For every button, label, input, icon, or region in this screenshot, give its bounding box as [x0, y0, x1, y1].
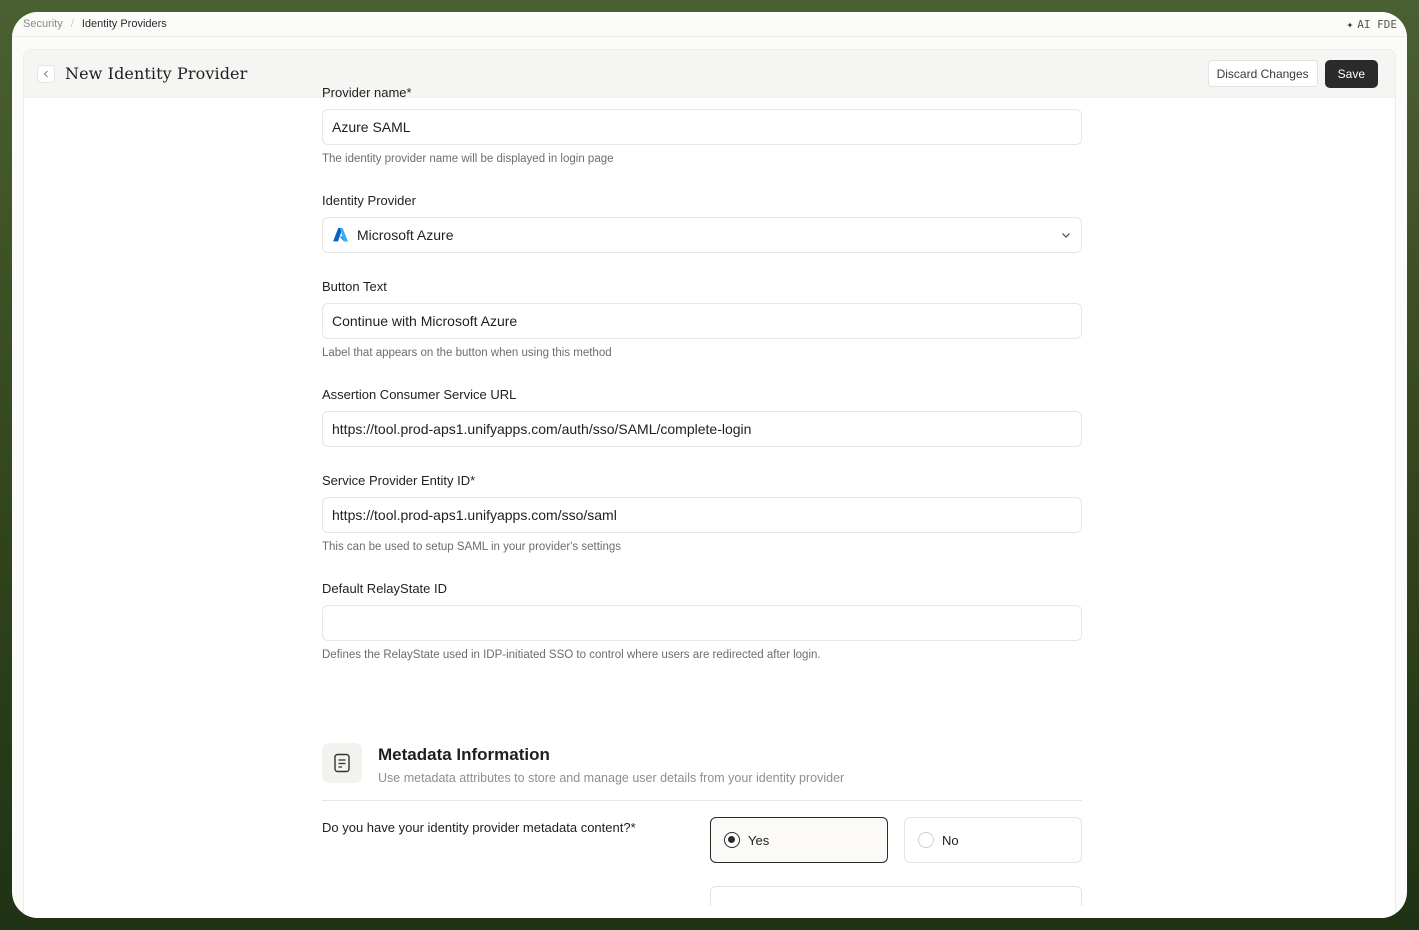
- provider-name-input[interactable]: Azure SAML: [322, 109, 1082, 145]
- chevron-left-icon: [43, 70, 48, 77]
- sp-entity-id-label: Service Provider Entity ID*: [322, 473, 476, 488]
- chevron-down-icon: [1062, 233, 1070, 238]
- breadcrumb-security[interactable]: Security: [23, 18, 63, 30]
- breadcrumb: Security / Identity Providers: [23, 18, 167, 30]
- page-title: New Identity Provider: [65, 64, 248, 83]
- microsoft-azure-logo-icon: [333, 228, 349, 242]
- relay-state-label: Default RelayState ID: [322, 581, 448, 596]
- relay-state-input[interactable]: [322, 605, 1082, 641]
- ai-fde-label: AI FDE: [1357, 17, 1397, 31]
- metadata-option-no[interactable]: No: [904, 817, 1082, 863]
- sp-entity-id-input[interactable]: https://tool.prod-aps1.unifyapps.com/sso…: [322, 497, 1082, 533]
- save-button[interactable]: Save: [1324, 59, 1378, 88]
- option-yes-label: Yes: [748, 832, 770, 848]
- ai-fde-button[interactable]: ✦ AI FDE: [1347, 18, 1397, 31]
- acs-url-group: Assertion Consumer Service URL https://t…: [322, 387, 1082, 447]
- top-bar: Security / Identity Providers ✦ AI FDE: [12, 12, 1407, 37]
- radio-selected-icon: [724, 832, 740, 848]
- identity-provider-value: Microsoft Azure: [357, 227, 454, 243]
- metadata-option-yes[interactable]: Yes: [710, 817, 888, 863]
- metadata-description: Use metadata attributes to store and man…: [378, 771, 845, 785]
- section-divider: [322, 800, 1082, 801]
- acs-url-input[interactable]: https://tool.prod-aps1.unifyapps.com/aut…: [322, 411, 1082, 447]
- option-no-label: No: [942, 832, 959, 848]
- sp-entity-id-group: Service Provider Entity ID* https://tool…: [322, 473, 1082, 553]
- relay-state-group: Default RelayState ID Defines the RelayS…: [322, 581, 1082, 661]
- relay-state-hint: Defines the RelayState used in IDP-initi…: [322, 649, 821, 661]
- identity-provider-group: Identity Provider Microsoft Azure: [322, 193, 1082, 253]
- identity-provider-label: Identity Provider: [322, 193, 416, 208]
- provider-name-hint: The identity provider name will be displ…: [322, 153, 614, 165]
- button-text-input[interactable]: Continue with Microsoft Azure: [322, 303, 1082, 339]
- breadcrumb-separator: /: [70, 18, 74, 30]
- acs-url-label: Assertion Consumer Service URL: [322, 387, 517, 402]
- sparkle-icon: ✦: [1346, 17, 1354, 31]
- sp-entity-id-hint: This can be used to setup SAML in your p…: [322, 541, 622, 553]
- document-icon: [322, 743, 362, 783]
- metadata-title: Metadata Information: [378, 745, 550, 764]
- button-text-hint: Label that appears on the button when us…: [322, 347, 612, 359]
- provider-name-group: Provider name* Azure SAML The identity p…: [322, 85, 1082, 165]
- button-text-group: Button Text Continue with Microsoft Azur…: [322, 279, 1082, 359]
- back-button[interactable]: [37, 64, 55, 83]
- identity-provider-select[interactable]: Microsoft Azure: [322, 217, 1082, 253]
- app-window: Security / Identity Providers ✦ AI FDE N…: [12, 12, 1407, 918]
- provider-name-label: Provider name*: [322, 85, 412, 100]
- metadata-content-field[interactable]: [710, 886, 1082, 906]
- breadcrumb-identity-providers[interactable]: Identity Providers: [82, 18, 167, 30]
- button-text-label: Button Text: [322, 279, 387, 294]
- metadata-question: Do you have your identity provider metad…: [322, 820, 636, 835]
- discard-changes-button[interactable]: Discard Changes: [1207, 60, 1318, 87]
- radio-unselected-icon: [918, 832, 934, 848]
